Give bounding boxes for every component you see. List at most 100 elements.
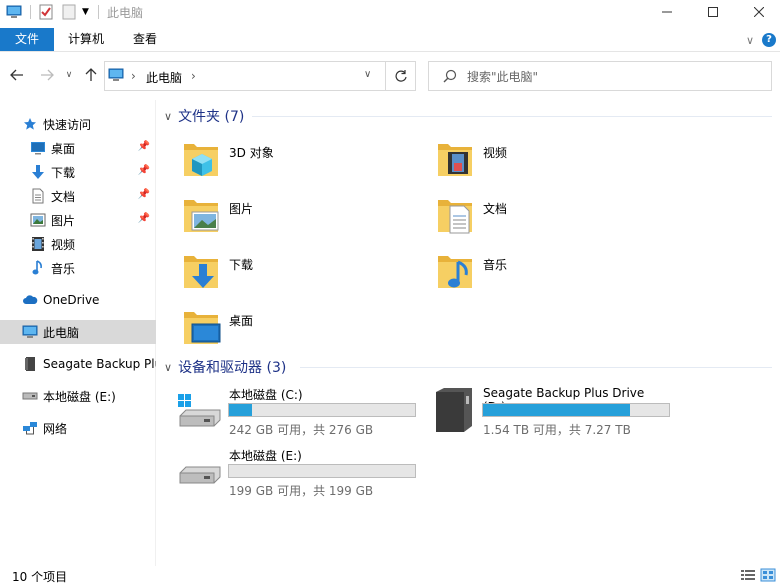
group-divider <box>252 116 772 117</box>
external-drive-icon <box>436 388 472 432</box>
minimize-icon <box>662 11 672 13</box>
sidebar-item-seagate[interactable]: Seagate Backup Plus <box>0 352 156 376</box>
sidebar-item-pictures[interactable]: 图片 📌 <box>0 208 156 232</box>
sidebar-item-label: 网络 <box>43 421 68 436</box>
folder-label: 音乐 <box>483 258 508 272</box>
drive-e[interactable]: 本地磁盘 (E:) 199 GB 可用，共 199 GB <box>160 447 416 507</box>
folder-label: 图片 <box>229 202 254 216</box>
network-icon <box>22 420 38 436</box>
expand-ribbon-chevron-icon[interactable]: ∨ <box>746 34 754 47</box>
folder-downloads[interactable]: 下载 <box>160 248 400 300</box>
sidebar-item-label: 文档 <box>51 189 76 204</box>
search-box <box>428 61 772 91</box>
sidebar-item-downloads[interactable]: 下载 📌 <box>0 160 156 184</box>
drive-usage-bar <box>482 403 670 417</box>
pin-icon: 📌 <box>137 165 150 176</box>
pin-icon: 📌 <box>137 213 150 224</box>
drive-label: 本地磁盘 (C:) <box>229 388 303 402</box>
back-arrow-icon <box>10 69 23 81</box>
group-title: 设备和驱动器 (3) <box>178 360 287 376</box>
group-divider <box>300 367 772 368</box>
sidebar-item-documents[interactable]: 文档 📌 <box>0 184 156 208</box>
drives-group-header[interactable]: ∨ 设备和驱动器 (3) <box>164 357 286 377</box>
address-bar[interactable]: › 此电脑 › ∨ <box>104 61 386 91</box>
drive-usage-fill <box>229 404 252 416</box>
star-icon <box>22 116 38 132</box>
search-input[interactable] <box>467 68 757 86</box>
drive-usage-bar <box>228 403 416 417</box>
maximize-button[interactable] <box>690 0 736 24</box>
address-dropdown-chevron-icon[interactable]: ∨ <box>364 69 371 80</box>
recent-locations-chevron-icon[interactable]: ∨ <box>62 66 76 84</box>
sidebar-item-label: 视频 <box>51 237 76 252</box>
downloads-folder-icon <box>184 256 218 288</box>
drive-usage-fill <box>483 404 630 416</box>
folder-videos[interactable]: 视频 <box>414 136 654 188</box>
help-icon[interactable]: ? <box>762 33 776 47</box>
properties-icon[interactable] <box>38 3 54 21</box>
folders-group-header[interactable]: ∨ 文件夹 (7) <box>164 106 244 126</box>
address-separator-icon[interactable]: › <box>131 69 136 83</box>
customize-toolbar-chevron-icon[interactable]: ▼ <box>82 3 89 21</box>
drive-d[interactable]: Seagate Backup Plus Drive (D:) 1.54 TB 可… <box>414 386 670 446</box>
folder-label: 桌面 <box>229 314 254 328</box>
address-segment-this-pc[interactable]: 此电脑 <box>146 69 182 86</box>
tab-view[interactable]: 查看 <box>121 28 169 51</box>
navigation-bar: ∨ › 此电脑 › ∨ <box>0 58 780 92</box>
pin-icon: 📌 <box>137 141 150 152</box>
download-icon <box>30 164 46 180</box>
music-folder-icon <box>438 256 472 288</box>
file-view: ∨ 文件夹 (7) 3D 对象 视频 图片 文档 下载 音乐 桌面 ∨ 设备和驱… <box>160 100 780 566</box>
back-button[interactable] <box>8 66 26 84</box>
folder-desktop[interactable]: 桌面 <box>160 304 400 356</box>
sidebar-item-music[interactable]: 音乐 <box>0 256 156 280</box>
folder-pictures[interactable]: 图片 <box>160 192 400 244</box>
folder-music[interactable]: 音乐 <box>414 248 654 300</box>
3d-objects-icon <box>184 144 218 176</box>
drive-size: 1.54 TB 可用，共 7.27 TB <box>483 423 631 437</box>
sidebar-item-label: 下载 <box>51 165 76 180</box>
tiles-view-button[interactable] <box>760 568 776 585</box>
minimize-button[interactable] <box>644 0 690 24</box>
sidebar-item-label: 音乐 <box>51 261 76 276</box>
computer-icon <box>22 324 38 340</box>
sidebar-item-label: 此电脑 <box>43 325 80 340</box>
sidebar-item-desktop[interactable]: 桌面 📌 <box>0 136 156 160</box>
folder-3d-objects[interactable]: 3D 对象 <box>160 136 400 188</box>
details-view-button[interactable] <box>740 568 756 585</box>
sidebar-item-local-disk-e[interactable]: 本地磁盘 (E:) <box>0 384 156 408</box>
close-button[interactable] <box>736 0 780 24</box>
sidebar-item-quick-access[interactable]: 快速访问 <box>0 112 156 136</box>
sidebar-item-label: OneDrive <box>43 293 100 307</box>
new-folder-icon[interactable] <box>62 3 76 21</box>
tab-computer[interactable]: 计算机 <box>56 28 116 51</box>
sidebar-item-label: 本地磁盘 (E:) <box>43 389 116 404</box>
sidebar-item-onedrive[interactable]: OneDrive <box>0 288 156 312</box>
details-view-icon <box>741 570 755 580</box>
title-divider <box>98 5 99 19</box>
folder-documents[interactable]: 文档 <box>414 192 654 244</box>
maximize-icon <box>708 7 718 17</box>
sidebar-item-this-pc[interactable]: 此电脑 <box>0 320 156 344</box>
title-bar: ▼ 此电脑 <box>0 0 780 24</box>
this-pc-address-icon <box>108 68 124 85</box>
tab-file[interactable]: 文件 <box>0 28 54 51</box>
computer-icon[interactable] <box>6 3 22 21</box>
sidebar-item-network[interactable]: 网络 <box>0 416 156 440</box>
pin-icon: 📌 <box>137 189 150 200</box>
refresh-button[interactable] <box>386 61 416 91</box>
collapse-chevron-icon: ∨ <box>164 360 173 374</box>
up-arrow-icon <box>85 68 97 81</box>
drive-c[interactable]: 本地磁盘 (C:) 242 GB 可用，共 276 GB <box>160 386 416 446</box>
drive-usage-bar <box>228 464 416 478</box>
pictures-folder-icon <box>184 200 219 232</box>
music-icon <box>30 260 46 276</box>
address-child-chevron-icon[interactable]: › <box>191 69 196 83</box>
forward-button[interactable] <box>38 66 56 84</box>
up-button[interactable] <box>82 66 100 84</box>
picture-icon <box>30 212 46 228</box>
window-title: 此电脑 <box>107 6 144 20</box>
sidebar-item-videos[interactable]: 视频 <box>0 232 156 256</box>
sidebar-item-label: Seagate Backup Plus <box>43 357 156 371</box>
drive-label: 本地磁盘 (E:) <box>229 449 302 463</box>
